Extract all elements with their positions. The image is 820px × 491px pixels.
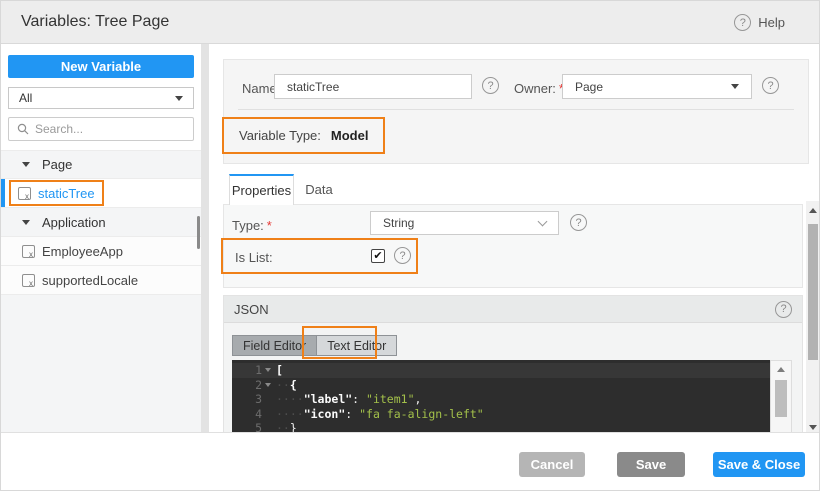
json-section-header: JSON ? [224,296,802,323]
variables-sidebar: New Variable All Page x staticTree [1,44,201,432]
json-section-title: JSON [234,301,269,317]
variable-summary-panel: Name:* ? Owner:* Page ? Variable Type: M… [222,59,809,164]
collapse-triangle-icon[interactable] [22,219,30,225]
sidebar-divider [201,44,209,432]
editor-scrollbar[interactable] [770,360,792,432]
tree-group-page[interactable]: Page [1,150,201,179]
scroll-up-icon[interactable] [809,208,817,213]
save-button[interactable]: Save [617,452,685,477]
highlight-box-statictree: x staticTree [9,180,104,206]
owner-select-value: Page [575,79,604,94]
editor-scrollbar-thumb[interactable] [775,380,787,417]
variable-icon: x [22,273,35,287]
fold-caret-icon[interactable] [262,368,274,372]
selected-indicator [1,179,5,207]
tab-properties[interactable]: Properties [229,174,294,205]
help-link[interactable]: ? Help [734,14,785,31]
variable-icon: x [22,244,35,258]
sidebar-scrollbar[interactable] [197,216,200,249]
tree-item-label: staticTree [38,185,95,201]
search-box [8,117,194,141]
is-list-checkbox[interactable]: ✔ [371,249,385,263]
filter-select-value: All [19,91,33,105]
new-variable-button[interactable]: New Variable [8,55,194,78]
variable-type-value: Model [330,128,369,143]
required-marker: * [266,218,272,233]
field-editor-button[interactable]: Field Editor [232,335,317,356]
scroll-down-icon[interactable] [809,425,817,430]
search-input[interactable] [35,122,190,136]
sidebar-filler [1,295,201,432]
code-line[interactable]: 4 ····"icon": "fa fa-align-left" [232,407,770,422]
text-editor-button[interactable]: Text Editor [316,335,398,356]
editor-mode-switch: Field Editor Text Editor [232,335,398,356]
variables-tree: Page x staticTree Application x Employee… [1,150,201,295]
type-select[interactable]: String [370,211,559,235]
collapse-triangle-icon[interactable] [22,162,30,167]
json-help-icon[interactable]: ? [775,300,792,318]
tree-item-supportedlocale[interactable]: x supportedLocale [1,266,201,295]
highlight-box-variable-type: Variable Type: Model [222,117,386,154]
name-help-icon[interactable]: ? [482,77,499,94]
type-help-icon[interactable]: ? [570,214,587,231]
fold-caret-icon[interactable] [262,383,274,387]
code-lines[interactable]: 1[2 ··{3 ····"label": "item1", 4 ····"icon":… [232,360,770,432]
cancel-button[interactable]: Cancel [519,452,585,477]
owner-help-icon[interactable]: ? [762,77,779,94]
main-scrollbar[interactable] [806,201,819,436]
tree-group-label: Application [42,214,106,230]
code-line[interactable]: 3 ····"label": "item1", [232,392,770,407]
save-and-close-button[interactable]: Save & Close [713,452,805,477]
is-list-label: Is List: [235,250,273,265]
tab-data[interactable]: Data [295,174,343,205]
is-list-help-icon[interactable]: ? [394,247,411,264]
variables-dialog: Variables: Tree Page ? Help New Variable… [0,0,820,491]
tree-item-employeeapp[interactable]: x EmployeeApp [1,237,201,266]
tree-item-label: EmployeeApp [42,243,123,259]
tree-group-application[interactable]: Application [1,208,201,237]
help-label: Help [758,15,785,30]
json-code-editor[interactable]: 1[2 ··{3 ····"label": "item1", 4 ····"icon":… [232,360,792,432]
json-section: JSON ? Field Editor Text Editor 1[2 ··{3 ·… [223,295,803,433]
dialog-header: Variables: Tree Page ? Help [1,1,819,44]
tree-group-label: Page [42,157,73,172]
code-line[interactable]: 1[ [232,363,770,378]
tree-item-statictree[interactable]: x staticTree [1,179,201,208]
scroll-up-icon[interactable] [777,367,785,372]
type-label: Type: * [232,218,272,233]
check-icon: ✔ [373,249,383,262]
page-title: Variables: Tree Page [21,13,170,30]
caret-down-icon [731,84,739,89]
main-scrollbar-thumb[interactable] [808,224,818,360]
form-divider [238,109,794,110]
chevron-down-icon [537,216,548,226]
name-input[interactable] [274,74,472,99]
owner-select[interactable]: Page [562,74,752,99]
variable-icon: x [18,186,31,200]
dialog-footer: Cancel Save Save & Close [1,432,819,490]
help-icon: ? [734,14,752,31]
tree-item-label: supportedLocale [42,272,139,288]
highlight-box-is-list: Is List: ✔ ? [221,238,418,274]
owner-label: Owner:* [514,81,564,96]
caret-down-icon [175,95,183,101]
variable-type-label: Variable Type: [239,128,321,143]
main-panel: Name:* ? Owner:* Page ? Variable Type: M… [209,44,819,436]
search-icon [17,123,29,135]
filter-select[interactable]: All [8,87,194,109]
type-select-value: String [383,216,415,230]
code-line[interactable]: 2 ··{ [232,378,770,393]
properties-panel: Type: * String ? Is List: ✔ ? [221,204,803,288]
